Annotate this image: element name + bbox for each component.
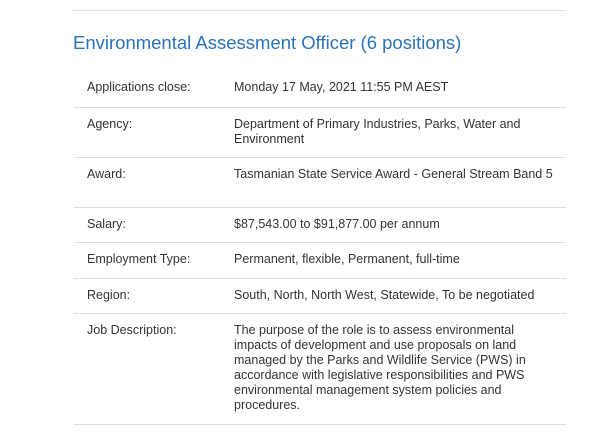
row-region: Region: South, North, North West, Statew… [74,278,566,314]
label-applications-close: Applications close: [74,71,234,108]
value-agency: Department of Primary Industries, Parks,… [234,107,566,158]
value-job-description: The purpose of the role is to assess env… [234,313,566,425]
label-region: Region: [74,278,234,314]
row-agency: Agency: Department of Primary Industries… [74,107,566,158]
row-salary: Salary: $87,543.00 to $91,877.00 per ann… [74,207,566,243]
job-listing-page: Environmental Assessment Officer (6 posi… [0,0,616,443]
label-employment-type: Employment Type: [74,242,234,279]
label-job-description: Job Description: [74,313,234,425]
top-divider [72,10,566,11]
value-award: Tasmanian State Service Award - General … [234,157,566,208]
value-employment-type: Permanent, flexible, Permanent, full-tim… [234,242,566,279]
label-salary: Salary: [74,207,234,243]
job-title[interactable]: Environmental Assessment Officer (6 posi… [73,32,461,54]
job-details-table: Applications close: Monday 17 May, 2021 … [74,71,566,425]
row-employment-type: Employment Type: Permanent, flexible, Pe… [74,242,566,279]
row-award: Award: Tasmanian State Service Award - G… [74,157,566,208]
value-applications-close: Monday 17 May, 2021 11:55 PM AEST [234,71,566,108]
value-region: South, North, North West, Statewide, To … [234,278,566,314]
label-agency: Agency: [74,107,234,158]
row-job-description: Job Description: The purpose of the role… [74,313,566,425]
label-award: Award: [74,157,234,208]
row-applications-close: Applications close: Monday 17 May, 2021 … [74,71,566,108]
value-salary: $87,543.00 to $91,877.00 per annum [234,207,566,243]
